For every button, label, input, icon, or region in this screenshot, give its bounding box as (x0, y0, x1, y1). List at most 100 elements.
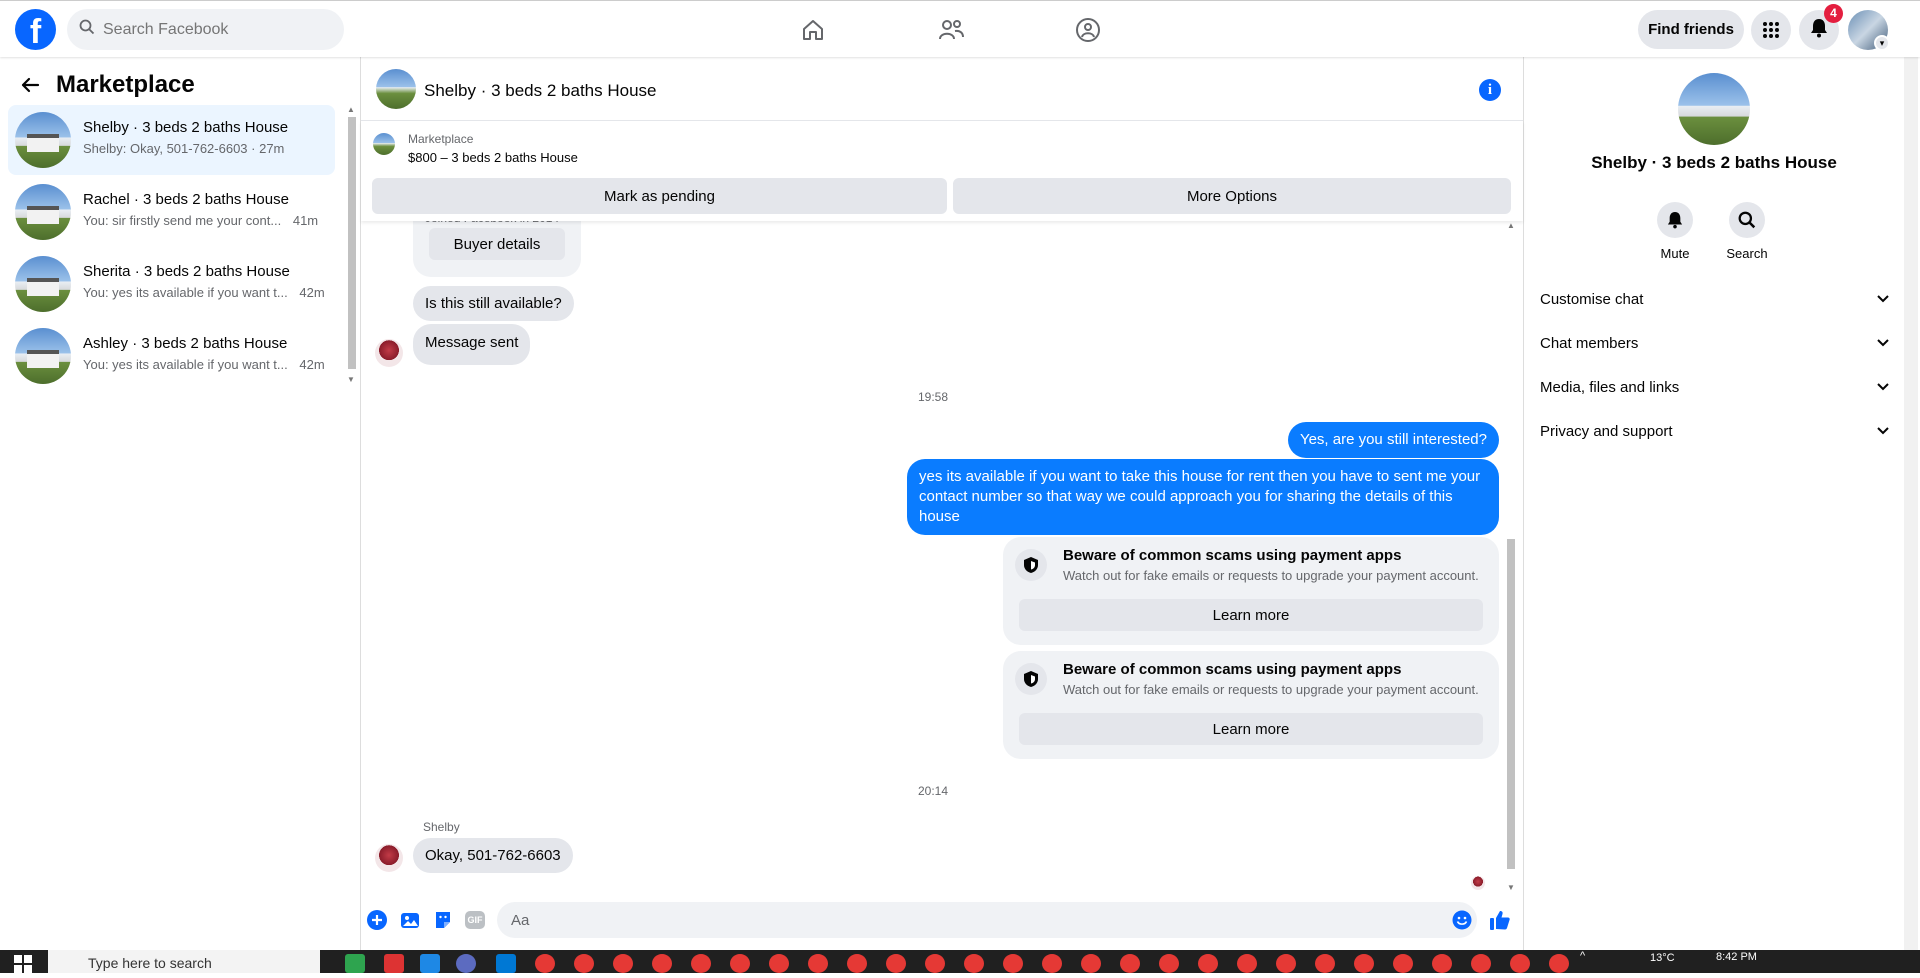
chrome-icon[interactable] (1549, 954, 1569, 973)
contact-avatar[interactable] (375, 339, 403, 367)
learn-more-button[interactable]: Learn more (1019, 599, 1483, 631)
page-scrollbar[interactable] (1904, 57, 1918, 950)
sticker-icon[interactable] (432, 909, 454, 931)
conversation-item[interactable]: Shelby · 3 beds 2 baths House Shelby: Ok… (8, 105, 335, 175)
contact-avatar[interactable] (375, 844, 403, 872)
facebook-logo[interactable]: f (15, 9, 56, 50)
chrome-icon[interactable] (1276, 954, 1296, 973)
find-friends-button[interactable]: Find friends (1638, 10, 1744, 49)
app-icon[interactable] (345, 954, 365, 973)
mute-label: Mute (1660, 246, 1690, 261)
search-input[interactable] (103, 20, 323, 39)
chrome-icon[interactable] (925, 954, 945, 973)
friends-icon[interactable] (934, 13, 968, 47)
listing-price-title[interactable]: $800 – 3 beds 2 baths House (408, 150, 578, 165)
menu-grid-icon[interactable] (1751, 10, 1791, 50)
chrome-icon[interactable] (1471, 954, 1491, 973)
taskbar-search[interactable]: Type here to search (48, 950, 320, 973)
app-icon[interactable] (420, 954, 440, 973)
notifications-button[interactable]: 4 (1799, 4, 1843, 50)
chevron-down-icon (1876, 379, 1890, 396)
chrome-icon[interactable] (1237, 954, 1257, 973)
chrome-icon[interactable] (808, 954, 828, 973)
photo-icon[interactable] (399, 909, 421, 931)
home-icon[interactable] (796, 13, 830, 47)
scroll-down-icon[interactable]: ▼ (1505, 883, 1517, 892)
conversation-name: Ashley · 3 beds 2 baths House (83, 335, 288, 352)
conversation-item[interactable]: Sherita · 3 beds 2 baths House You: yes … (8, 249, 335, 319)
plus-icon[interactable] (366, 909, 388, 931)
taskbar-clock[interactable]: 8:42 PM (1716, 950, 1757, 964)
message-bubble: Okay, 501-762-6603 (413, 838, 573, 873)
bell-icon (1810, 18, 1828, 43)
listing-thumbnail[interactable] (1678, 73, 1750, 145)
scrollbar-thumb[interactable] (348, 117, 356, 369)
chrome-icon[interactable] (886, 954, 906, 973)
chrome-icon[interactable] (1081, 954, 1101, 973)
chrome-icon[interactable] (1432, 954, 1452, 973)
chrome-icon[interactable] (769, 954, 789, 973)
scroll-up-icon[interactable]: ▲ (346, 105, 356, 114)
listing-thumbnail[interactable] (376, 69, 416, 109)
learn-more-button[interactable]: Learn more (1019, 713, 1483, 745)
sidebar-scrollbar[interactable]: ▲ ▼ (346, 105, 356, 387)
scam-warning-title: Beware of common scams using payment app… (1063, 661, 1402, 678)
chrome-icon[interactable] (652, 954, 672, 973)
conversation-item[interactable]: Ashley · 3 beds 2 baths House You: yes i… (8, 321, 335, 391)
conversation-item[interactable]: Rachel · 3 beds 2 baths House You: sir f… (8, 177, 335, 247)
thumbs-up-icon[interactable] (1489, 909, 1511, 931)
gif-icon[interactable]: GIF (465, 911, 485, 929)
chat-members-row[interactable]: Chat members (1540, 325, 1890, 361)
app-icon[interactable] (496, 954, 516, 973)
more-options-button[interactable]: More Options (953, 178, 1511, 214)
chrome-icon[interactable] (1354, 954, 1374, 973)
message-input[interactable]: Aa (497, 902, 1477, 938)
timestamp: 19:58 (918, 390, 949, 404)
chrome-icon[interactable] (847, 954, 867, 973)
message-bubble-sent: Yes, are you still interested? (1287, 422, 1499, 458)
chrome-icon[interactable] (964, 954, 984, 973)
conversation-preview: Shelby: Okay, 501-762-6603 · 27m (83, 141, 285, 156)
app-icon[interactable] (456, 954, 476, 973)
chrome-icon[interactable] (574, 954, 594, 973)
chevron-down-icon (1876, 423, 1890, 440)
chrome-icon[interactable] (691, 954, 711, 973)
media-files-links-row[interactable]: Media, files and links (1540, 369, 1890, 405)
scroll-down-icon[interactable]: ▼ (346, 375, 356, 384)
chrome-icon[interactable] (1393, 954, 1413, 973)
chevron-down-icon (1876, 335, 1890, 352)
chrome-icon[interactable] (1159, 954, 1179, 973)
back-arrow-icon[interactable] (18, 73, 46, 101)
app-icon[interactable] (384, 954, 404, 973)
scroll-up-icon[interactable]: ▲ (1505, 221, 1517, 230)
chrome-icon[interactable] (730, 954, 750, 973)
chevron-down-icon[interactable]: ▾ (1874, 35, 1890, 51)
chrome-icon[interactable] (535, 954, 555, 973)
chrome-icon[interactable] (1510, 954, 1530, 973)
chat-title[interactable]: Shelby · 3 beds 2 baths House (424, 81, 656, 101)
scrollbar-thumb[interactable] (1507, 539, 1515, 869)
facebook-search[interactable] (67, 9, 344, 50)
mute-button[interactable]: Mute (1645, 202, 1705, 261)
chrome-icon[interactable] (1198, 954, 1218, 973)
groups-icon[interactable] (1071, 13, 1105, 47)
windows-start-icon[interactable] (14, 955, 32, 973)
chrome-icon[interactable] (1315, 954, 1335, 973)
privacy-support-row[interactable]: Privacy and support (1540, 413, 1890, 449)
weather-temperature[interactable]: 13°C (1650, 952, 1675, 964)
buyer-details-button[interactable]: Buyer details (429, 228, 565, 260)
tray-chevron-icon[interactable]: ^ (1580, 950, 1585, 962)
chrome-icon[interactable] (613, 954, 633, 973)
search-icon (1729, 202, 1765, 238)
info-icon[interactable]: i (1479, 79, 1501, 101)
search-icon (79, 19, 95, 40)
chrome-icon[interactable] (1042, 954, 1062, 973)
emoji-icon[interactable] (1451, 909, 1473, 931)
chrome-icon[interactable] (1120, 954, 1140, 973)
chat-scrollbar[interactable]: ▲ ▼ (1505, 221, 1517, 894)
customise-chat-row[interactable]: Customise chat (1540, 281, 1890, 317)
chrome-icon[interactable] (1003, 954, 1023, 973)
search-conversation-button[interactable]: Search (1717, 202, 1777, 261)
listing-thumbnail[interactable] (373, 133, 395, 155)
mark-as-pending-button[interactable]: Mark as pending (372, 178, 947, 214)
